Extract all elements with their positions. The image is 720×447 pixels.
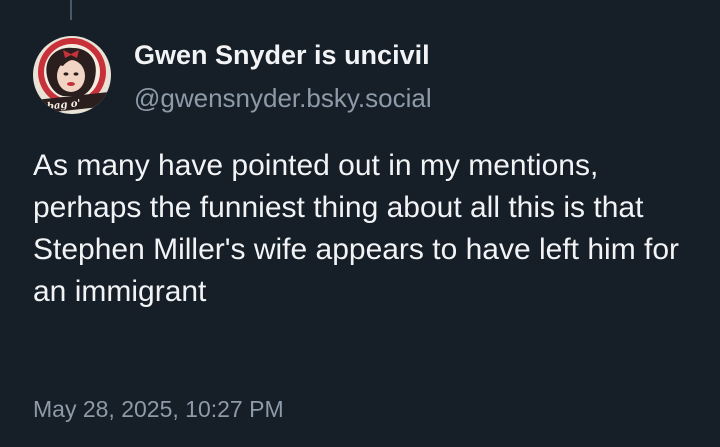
author-handle[interactable]: @gwensnyder.bsky.social [134,83,432,114]
author-avatar[interactable]: bag o' [33,36,111,114]
author-display-name[interactable]: Gwen Snyder is uncivil [134,40,430,71]
post-body-text: As many have pointed out in my mentions,… [33,149,680,308]
post-timestamp[interactable]: May 28, 2025, 10:27 PM [33,396,284,423]
thread-connector-line [70,0,72,20]
avatar-pinup-icon: bag o' [33,36,111,114]
